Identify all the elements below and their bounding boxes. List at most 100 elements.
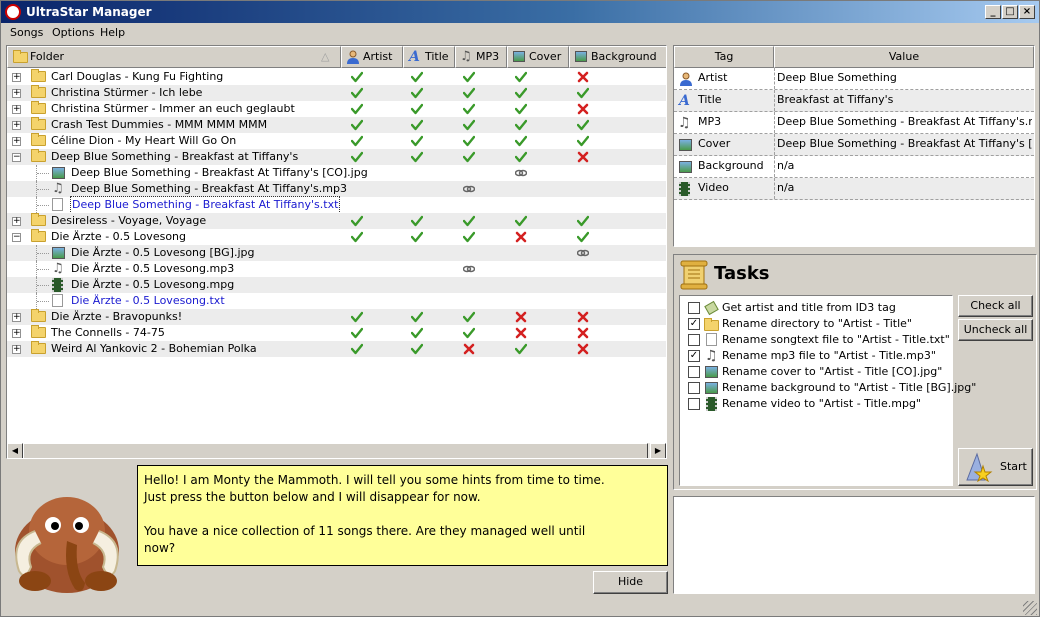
tag-row-video[interactable]: Video n/a — [674, 178, 1034, 200]
check-mark-icon — [577, 87, 589, 99]
song-file-row[interactable]: Die Ärzte - 0.5 Lovesong.mpg — [7, 277, 666, 293]
hint-line-4: now? — [144, 541, 176, 555]
expand-toggle[interactable]: + — [12, 73, 21, 82]
scroll-thumb[interactable] — [23, 443, 648, 458]
tag-name: Background — [698, 159, 764, 172]
song-folder-row[interactable]: + Céline Dion - My Heart Will Go On — [7, 133, 666, 149]
column-header-mp3[interactable]: ♫ MP3 — [455, 46, 507, 68]
tag-row-mp3[interactable]: ♫ MP3 Deep Blue Something - Breakfast At T… — [674, 112, 1034, 134]
song-folder-row[interactable]: − Deep Blue Something - Breakfast at Tiff… — [7, 149, 666, 165]
hide-button[interactable]: Hide — [593, 571, 668, 594]
expand-toggle[interactable]: + — [12, 345, 21, 354]
tag-value[interactable]: Deep Blue Something - Breakfast At Tiffa… — [777, 134, 1032, 154]
expand-toggle[interactable]: − — [12, 153, 21, 162]
tag-value[interactable]: Deep Blue Something — [777, 68, 1032, 88]
task-checkbox[interactable]: ✓ — [688, 350, 700, 362]
column-header-title[interactable]: A Title — [403, 46, 455, 68]
task-checkbox[interactable]: ✓ — [688, 318, 700, 330]
check-mark-icon — [577, 119, 589, 131]
check-mark-icon — [463, 327, 475, 339]
title-bar[interactable]: UltraStar Manager _ □ × — [1, 1, 1039, 23]
folder-icon — [31, 309, 46, 322]
tree-line — [37, 253, 49, 254]
tag-value[interactable]: n/a — [777, 156, 1032, 176]
menu-songs[interactable]: Songs — [10, 26, 43, 39]
task-checkbox[interactable] — [688, 302, 700, 314]
cross-mark-icon — [577, 103, 589, 115]
song-name: Weird Al Yankovic 2 - Bohemian Polka — [51, 342, 257, 355]
output-pane[interactable] — [673, 496, 1035, 594]
song-file-row[interactable]: ♫ Die Ärzte - 0.5 Lovesong.mp3 — [7, 261, 666, 277]
window-title: UltraStar Manager — [26, 5, 152, 19]
column-header-background[interactable]: Background — [569, 46, 666, 68]
song-folder-row[interactable]: + Die Ärzte - Bravopunks! — [7, 309, 666, 325]
expand-toggle[interactable]: + — [12, 137, 21, 146]
tag-value[interactable]: Breakfast at Tiffany's — [777, 90, 1032, 110]
task-checkbox[interactable] — [688, 334, 700, 346]
expand-toggle[interactable]: − — [12, 233, 21, 242]
song-folder-row[interactable]: + Christina Stürmer - Immer an euch gegla… — [7, 101, 666, 117]
song-folder-row[interactable]: + Desireless - Voyage, Voyage — [7, 213, 666, 229]
music-note-icon: ♫ — [52, 181, 64, 196]
cell-divider — [774, 178, 775, 199]
expand-toggle[interactable]: + — [12, 89, 21, 98]
check-mark-icon — [577, 135, 589, 147]
column-header-value[interactable]: Value — [774, 46, 1034, 68]
task-checkbox[interactable] — [688, 366, 700, 378]
tag-row-title[interactable]: A Title Breakfast at Tiffany's — [674, 90, 1034, 112]
column-header-folder[interactable]: Folder △ — [7, 46, 341, 68]
song-tree[interactable]: Folder △ Artist A Title ♫ MP3 Cover Back… — [6, 45, 667, 459]
cell-divider — [774, 156, 775, 177]
tag-row-cover[interactable]: Cover Deep Blue Something - Breakfast At … — [674, 134, 1034, 156]
close-button[interactable]: × — [1019, 5, 1035, 19]
task-checkbox[interactable] — [688, 382, 700, 394]
cross-mark-icon — [577, 327, 589, 339]
check-mark-icon — [351, 327, 363, 339]
check-all-button[interactable]: Check all — [958, 295, 1033, 317]
column-header-cover[interactable]: Cover — [507, 46, 569, 68]
song-file-row[interactable]: Deep Blue Something - Breakfast At Tiffa… — [7, 165, 666, 181]
song-folder-row[interactable]: + Christina Stürmer - Ich lebe — [7, 85, 666, 101]
link-icon — [577, 249, 589, 257]
expand-toggle[interactable]: + — [12, 217, 21, 226]
check-mark-icon — [463, 87, 475, 99]
task-checkbox[interactable] — [688, 398, 700, 410]
scroll-left-button[interactable]: ◀ — [7, 443, 23, 458]
check-mark-icon — [515, 119, 527, 131]
expand-toggle[interactable]: + — [12, 313, 21, 322]
maximize-button[interactable]: □ — [1002, 5, 1018, 19]
tag-row-background[interactable]: Background n/a — [674, 156, 1034, 178]
tag-value[interactable]: n/a — [777, 178, 1032, 198]
tree-line — [37, 285, 49, 286]
scroll-document-icon — [680, 260, 708, 290]
menu-help[interactable]: Help — [100, 26, 125, 39]
menu-options[interactable]: Options — [52, 26, 94, 39]
song-folder-row[interactable]: + Weird Al Yankovic 2 - Bohemian Polka — [7, 341, 666, 357]
song-file-row[interactable]: Die Ärzte - 0.5 Lovesong [BG].jpg — [7, 245, 666, 261]
column-header-artist[interactable]: Artist — [341, 46, 403, 68]
column-header-tag[interactable]: Tag — [674, 46, 774, 68]
minimize-button[interactable]: _ — [985, 5, 1001, 19]
horizontal-scrollbar[interactable]: ◀ ▶ — [7, 443, 666, 458]
song-folder-row[interactable]: + The Connells - 74-75 — [7, 325, 666, 341]
expand-toggle[interactable]: + — [12, 105, 21, 114]
scroll-right-button[interactable]: ▶ — [650, 443, 666, 458]
file-name: Die Ärzte - 0.5 Lovesong.mp3 — [71, 262, 235, 275]
song-folder-row[interactable]: + Carl Douglas - Kung Fu Fighting — [7, 69, 666, 85]
song-name: Céline Dion - My Heart Will Go On — [51, 134, 237, 147]
folder-icon — [31, 149, 46, 162]
tag-table[interactable]: Tag Value Artist Deep Blue Something A Titl… — [673, 45, 1035, 247]
song-folder-row[interactable]: + Crash Test Dummies - MMM MMM MMM — [7, 117, 666, 133]
song-file-row[interactable]: ♫ Deep Blue Something - Breakfast At Tiff… — [7, 181, 666, 197]
song-file-row[interactable]: Die Ärzte - 0.5 Lovesong.txt — [7, 293, 666, 309]
tag-value[interactable]: Deep Blue Something - Breakfast At Tiffa… — [777, 112, 1032, 132]
resize-grip[interactable] — [1023, 601, 1037, 615]
expand-toggle[interactable]: + — [12, 329, 21, 338]
song-folder-row[interactable]: − Die Ärzte - 0.5 Lovesong — [7, 229, 666, 245]
start-button[interactable]: Start — [958, 448, 1033, 486]
tag-name: Video — [698, 181, 729, 194]
song-file-row[interactable]: Deep Blue Something - Breakfast At Tiffa… — [7, 196, 666, 214]
tag-row-artist[interactable]: Artist Deep Blue Something — [674, 68, 1034, 90]
uncheck-all-button[interactable]: Uncheck all — [958, 319, 1033, 341]
expand-toggle[interactable]: + — [12, 121, 21, 130]
